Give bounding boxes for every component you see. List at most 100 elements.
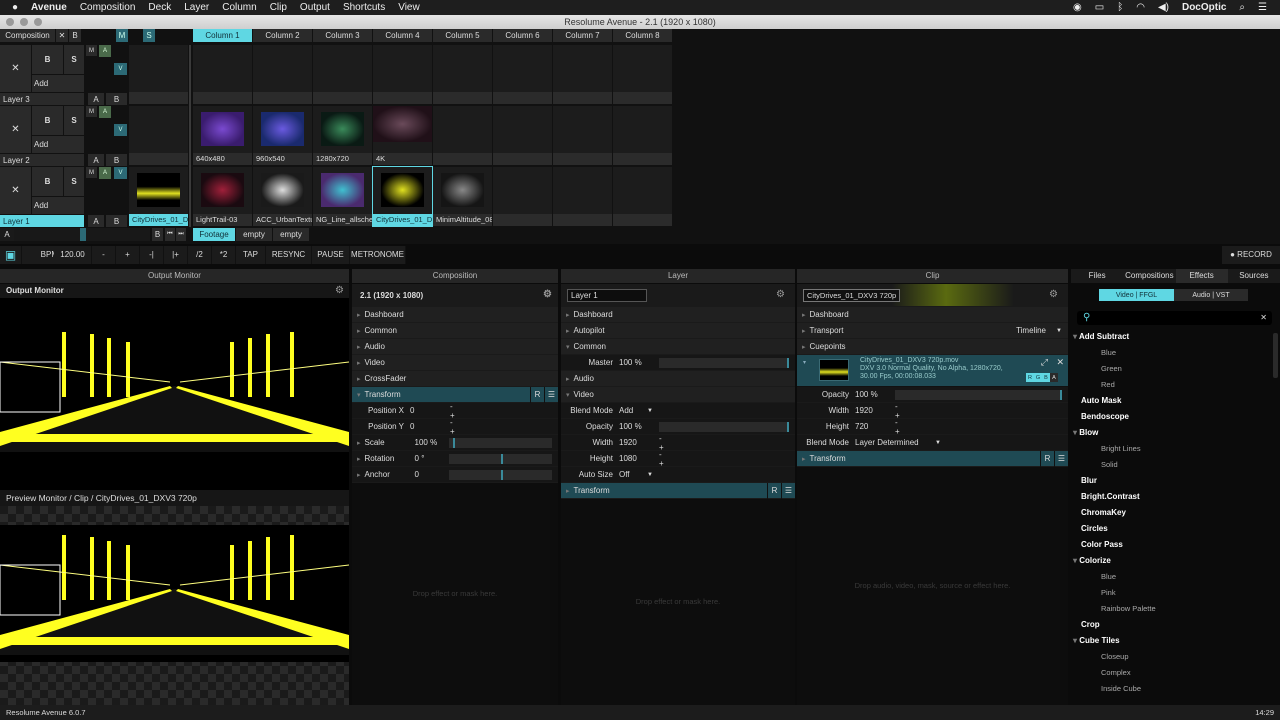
effect-item[interactable]: Bright.Contrast xyxy=(1071,489,1280,505)
effect-preset[interactable]: Inside Cube xyxy=(1071,681,1280,697)
close-icon[interactable]: ✕ xyxy=(1056,357,1064,368)
property-value[interactable]: Off xyxy=(619,470,659,479)
effect-preset[interactable]: Closeup xyxy=(1071,649,1280,665)
menu-deck[interactable]: Deck xyxy=(148,2,171,13)
layer-solo-button[interactable]: S xyxy=(64,106,84,135)
layer-video-button[interactable]: V xyxy=(114,63,127,75)
property-slider[interactable] xyxy=(659,421,789,432)
clip-slot[interactable] xyxy=(193,45,252,104)
gear-icon[interactable]: ⚙ xyxy=(1049,289,1058,300)
display-icon[interactable]: ▭ xyxy=(1095,2,1104,13)
menu-user[interactable]: DocOptic xyxy=(1182,2,1226,13)
effect-preset[interactable]: Green xyxy=(1071,361,1280,377)
plus-minus-buttons[interactable]: - + xyxy=(895,418,925,436)
layer-mute-button[interactable]: M xyxy=(86,45,97,56)
clip-slot[interactable] xyxy=(493,45,552,104)
slider-handle[interactable] xyxy=(452,437,455,448)
layer-audio-button[interactable]: A xyxy=(99,167,111,179)
property-value[interactable]: 100 % xyxy=(855,390,895,399)
toolbar-button-pause[interactable]: PAUSE xyxy=(312,246,350,264)
effect-preset[interactable]: Rainbow Palette xyxy=(1071,601,1280,617)
layer-section-dashboard[interactable]: Dashboard xyxy=(561,307,795,323)
layer-video-button[interactable]: V xyxy=(114,167,127,179)
composition-section-crossfader[interactable]: CrossFader xyxy=(352,371,558,387)
layer-section-autopilot[interactable]: Autopilot xyxy=(561,323,795,339)
clip-slot[interactable] xyxy=(613,167,672,226)
audio-vst-toggle[interactable]: Audio | VST xyxy=(1174,289,1248,301)
clip-slot[interactable]: ACC_UrbanTextur... xyxy=(253,167,312,226)
clip-section-transport[interactable]: Transport Timeline ▼ xyxy=(797,323,1068,339)
clip-slot[interactable] xyxy=(373,45,432,104)
effect-item[interactable]: Blow xyxy=(1071,425,1280,441)
clip-section-cuepoints[interactable]: Cuepoints xyxy=(797,339,1068,355)
clip-transform[interactable]: Transform R☰ xyxy=(797,451,1068,467)
column-header-7[interactable]: Column 7 xyxy=(553,29,612,42)
menu-clip[interactable]: Clip xyxy=(270,2,287,13)
layer-crossfader-a[interactable]: A xyxy=(88,215,104,227)
effect-item[interactable]: Crop xyxy=(1071,617,1280,633)
composition-section-common[interactable]: Common xyxy=(352,323,558,339)
menu-view[interactable]: View xyxy=(398,2,420,13)
clip-slot[interactable]: 640x480 xyxy=(193,106,252,165)
property-slider[interactable] xyxy=(448,469,552,480)
clip-slot[interactable] xyxy=(493,167,552,226)
menu-app[interactable]: Avenue xyxy=(31,2,67,13)
layer-section-common[interactable]: Common xyxy=(561,339,795,355)
slider-handle[interactable] xyxy=(500,469,503,480)
layer-active-clip[interactable]: CityDrives_01_DX... xyxy=(129,167,188,226)
property-value[interactable]: 720 xyxy=(855,422,895,431)
clip-slot[interactable]: CityDrives_01_DX... xyxy=(372,166,433,227)
effect-item[interactable]: Cube Tiles xyxy=(1071,633,1280,649)
reset-button[interactable]: R xyxy=(767,483,781,499)
effect-item[interactable]: Color Pass xyxy=(1071,537,1280,553)
transport-mode-dropdown[interactable]: Timeline xyxy=(1016,326,1046,335)
clear-search-icon[interactable]: ✕ xyxy=(1260,313,1267,322)
menu-icon[interactable]: ☰ xyxy=(1054,451,1068,467)
layer-bypass-button[interactable]: B xyxy=(32,45,63,74)
layer-section-video[interactable]: Video xyxy=(561,387,795,403)
composition-subproperty[interactable]: Rotation 0 ° xyxy=(352,451,558,467)
effects-search-input[interactable]: ⚲ ✕ xyxy=(1077,311,1272,325)
next-deck-button[interactable]: ⏭ xyxy=(176,228,186,241)
toolbar-button-x2[interactable]: /2 xyxy=(188,246,212,264)
clip-slot[interactable] xyxy=(553,167,612,226)
record-button[interactable]: ● RECORD xyxy=(1222,246,1280,264)
composition-label[interactable]: Composition xyxy=(0,29,55,42)
video-ffgl-toggle[interactable]: Video | FFGL xyxy=(1099,289,1174,301)
composition-section-audio[interactable]: Audio xyxy=(352,339,558,355)
layer-bypass-button[interactable]: B xyxy=(32,167,63,196)
layer-name[interactable]: Layer 3 xyxy=(0,93,84,105)
slider-handle[interactable] xyxy=(500,453,503,464)
layer-mute-button[interactable]: M xyxy=(86,106,97,117)
minimize-window-button[interactable] xyxy=(20,18,28,26)
property-value[interactable]: 0 xyxy=(410,406,450,415)
slider-handle[interactable] xyxy=(787,357,789,368)
composition-subproperty[interactable]: Scale 100 % xyxy=(352,435,558,451)
gear-icon[interactable]: ⚙ xyxy=(776,289,785,300)
zoom-window-button[interactable] xyxy=(34,18,42,26)
clip-slot[interactable] xyxy=(433,45,492,104)
composition-mute-button[interactable]: M xyxy=(116,29,128,42)
toolbar-button-x[interactable]: - xyxy=(92,246,116,264)
layer-bypass-button[interactable]: B xyxy=(32,106,63,135)
column-header-1[interactable]: Column 1 xyxy=(193,29,252,42)
menu-output[interactable]: Output xyxy=(300,2,330,13)
toolbar-button-metronome[interactable]: METRONOME xyxy=(350,246,406,264)
gear-icon[interactable]: ⚙ xyxy=(543,289,552,300)
reset-button[interactable]: R xyxy=(530,387,544,403)
menu-composition[interactable]: Composition xyxy=(80,2,136,13)
effect-preset[interactable]: Blue xyxy=(1071,345,1280,361)
property-value[interactable]: 100 % xyxy=(619,422,659,431)
plus-minus-buttons[interactable]: - + xyxy=(659,450,689,468)
gear-icon[interactable]: ⚙ xyxy=(335,285,344,296)
chevron-down-icon[interactable]: ▼ xyxy=(647,472,653,478)
clip-slot[interactable] xyxy=(433,106,492,165)
layer-name[interactable]: Layer 1 xyxy=(0,215,84,227)
clip-slot[interactable] xyxy=(253,45,312,104)
layer-active-clip[interactable] xyxy=(129,106,188,165)
apple-icon[interactable]: ● xyxy=(12,2,18,13)
collapse-icon[interactable]: ▾ xyxy=(803,359,806,366)
toolbar-button-xx[interactable]: -| xyxy=(140,246,164,264)
layer-crossfader-b[interactable]: B xyxy=(106,215,127,227)
clip-slot[interactable] xyxy=(553,45,612,104)
